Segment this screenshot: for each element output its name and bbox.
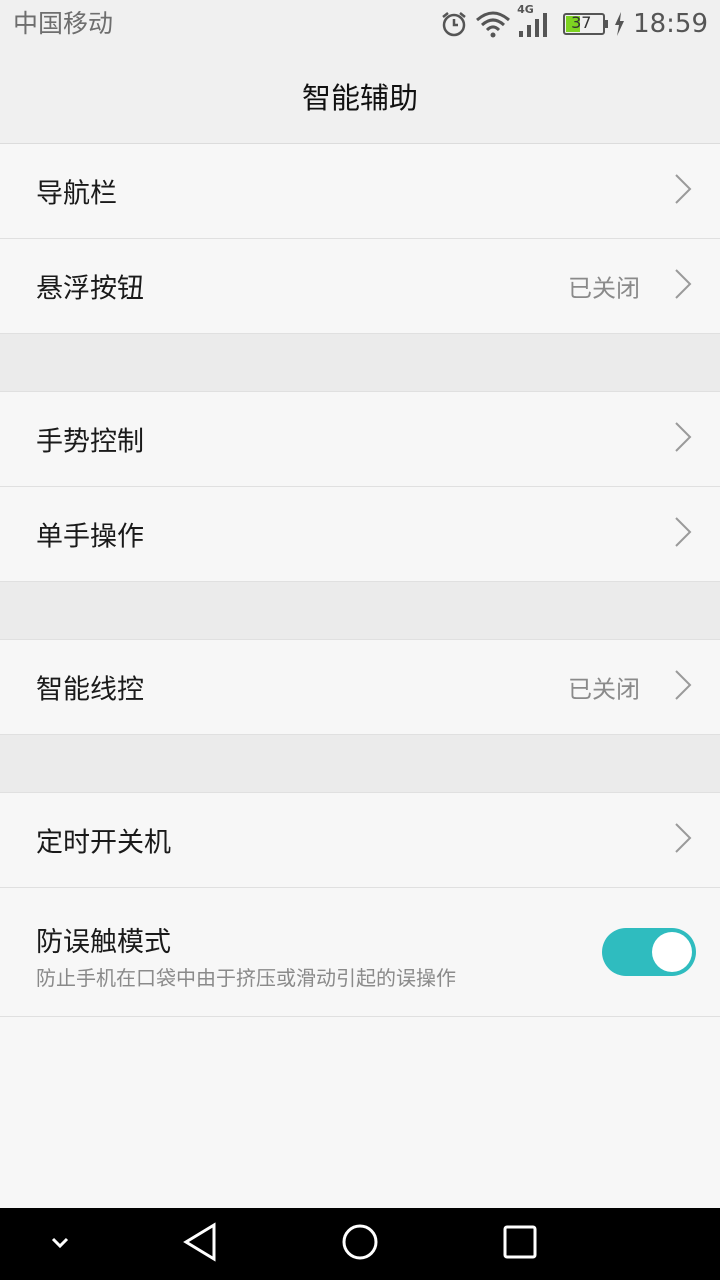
settings-list: 导航栏 悬浮按钮 已关闭 手势控制 单手操作 智能线控 已关闭 定时开关机 防误… bbox=[0, 144, 720, 1017]
chevron-right-icon bbox=[674, 516, 692, 552]
section-divider bbox=[0, 582, 720, 640]
chevron-right-icon bbox=[674, 173, 692, 209]
setting-one-hand-mode[interactable]: 单手操作 bbox=[0, 487, 720, 582]
setting-floating-button[interactable]: 悬浮按钮 已关闭 bbox=[0, 239, 720, 334]
signal-icon: 4G bbox=[517, 3, 549, 39]
page-title: 智能辅助 bbox=[301, 80, 418, 115]
setting-label: 悬浮按钮 bbox=[36, 273, 144, 305]
setting-label: 定时开关机 bbox=[36, 827, 171, 859]
chevron-right-icon bbox=[674, 669, 692, 705]
back-button[interactable] bbox=[140, 1208, 260, 1280]
system-navigation-bar bbox=[0, 1208, 720, 1280]
setting-scheduled-power[interactable]: 定时开关机 bbox=[0, 793, 720, 888]
home-button[interactable] bbox=[300, 1208, 420, 1280]
back-icon bbox=[182, 1222, 218, 1266]
setting-status: 已关闭 bbox=[568, 675, 640, 704]
setting-status: 已关闭 bbox=[568, 274, 640, 303]
wifi-icon bbox=[475, 10, 511, 38]
setting-label: 防误触模式 bbox=[36, 927, 171, 958]
setting-gesture-control[interactable]: 手势控制 bbox=[0, 392, 720, 487]
section-divider bbox=[0, 735, 720, 793]
alarm-icon bbox=[439, 9, 469, 39]
setting-navigation-bar[interactable]: 导航栏 bbox=[0, 144, 720, 239]
setting-label: 智能线控 bbox=[36, 674, 144, 706]
chevron-right-icon bbox=[674, 822, 692, 858]
battery-level: 37 bbox=[571, 13, 592, 32]
hide-nav-button[interactable] bbox=[0, 1208, 120, 1280]
title-bar: 智能辅助 bbox=[0, 48, 720, 144]
charging-icon bbox=[613, 11, 625, 37]
clock: 18:59 bbox=[633, 9, 708, 39]
chevron-right-icon bbox=[674, 268, 692, 304]
status-icons: 4G 37 18:59 bbox=[439, 3, 708, 40]
battery-icon: 37 bbox=[563, 12, 609, 36]
section-divider bbox=[0, 334, 720, 392]
chevron-down-icon bbox=[50, 1235, 70, 1254]
carrier-name: 中国移动 bbox=[13, 9, 114, 38]
status-bar: 中国移动 4G 37 18:59 bbox=[0, 0, 720, 48]
recents-button[interactable] bbox=[460, 1208, 580, 1280]
chevron-right-icon bbox=[674, 421, 692, 457]
toggle-knob bbox=[652, 932, 692, 972]
setting-label: 手势控制 bbox=[36, 426, 144, 458]
setting-smart-wire-control[interactable]: 智能线控 已关闭 bbox=[0, 640, 720, 735]
recents-icon bbox=[503, 1225, 537, 1263]
setting-label: 单手操作 bbox=[36, 521, 144, 553]
setting-label: 导航栏 bbox=[36, 178, 117, 210]
setting-pocket-mode: 防误触模式 防止手机在口袋中由于挤压或滑动引起的误操作 bbox=[0, 888, 720, 1017]
home-icon bbox=[341, 1223, 379, 1265]
setting-description: 防止手机在口袋中由于挤压或滑动引起的误操作 bbox=[36, 966, 456, 990]
pocket-mode-toggle[interactable] bbox=[602, 928, 696, 976]
